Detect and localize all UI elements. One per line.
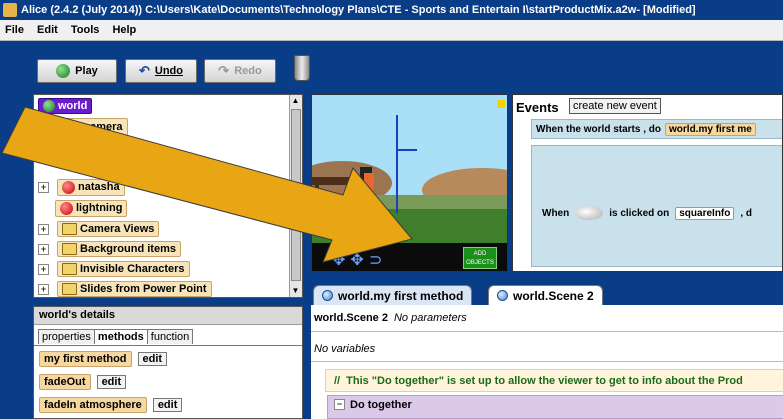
annotation-arrow [1,106,413,263]
